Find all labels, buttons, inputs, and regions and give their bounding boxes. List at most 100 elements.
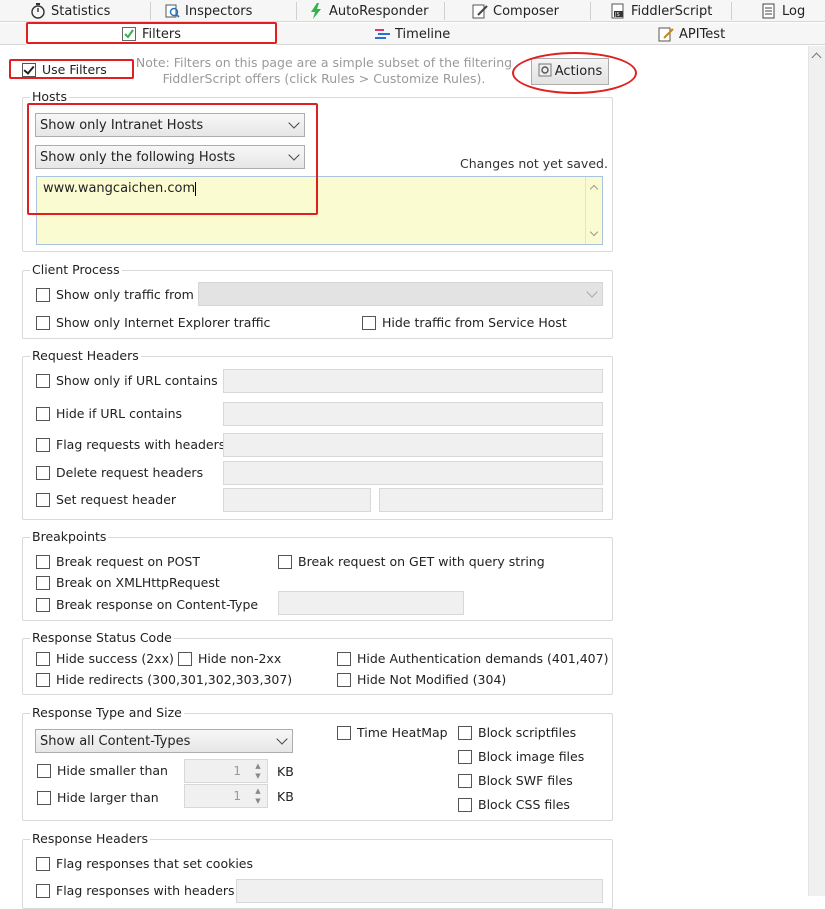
checkbox-icon	[458, 749, 472, 764]
tab-fiddlerscript[interactable]: JS FiddlerScript	[604, 0, 718, 22]
hide-not-modified-checkbox[interactable]: Hide Not Modified (304)	[337, 672, 506, 687]
flag-cookies-checkbox[interactable]: Flag responses that set cookies	[36, 856, 253, 871]
break-on-content-type-checkbox[interactable]: Break response on Content-Type	[36, 597, 258, 612]
stepper-up-icon[interactable]: ▲	[255, 762, 260, 770]
stepper-buttons[interactable]: ▲ ▼	[251, 787, 265, 805]
tab-inspectors[interactable]: Inspectors	[158, 0, 258, 22]
tab-composer[interactable]: Composer	[466, 0, 565, 22]
show-traffic-from-checkbox[interactable]: Show only traffic from	[36, 287, 194, 302]
content-types-select[interactable]: Show all Content-Types	[35, 729, 293, 753]
tab-label: Timeline	[395, 26, 451, 42]
scroll-down-icon[interactable]	[589, 227, 599, 237]
checkbox-icon	[37, 790, 51, 805]
smaller-than-stepper[interactable]: 1 ▲ ▼	[184, 759, 268, 783]
checkbox-label: Break request on POST	[56, 554, 200, 569]
annotation-hosts	[27, 103, 318, 215]
checkbox-icon	[337, 651, 351, 666]
tab-apitest[interactable]: APITest	[652, 23, 731, 45]
tab-label: Log	[782, 3, 806, 19]
checkbox-label: Flag requests with headers	[56, 437, 226, 452]
break-on-get-query-checkbox[interactable]: Break request on GET with query string	[278, 554, 545, 569]
tab-label: Composer	[493, 3, 560, 19]
checkbox-icon	[36, 437, 50, 452]
tab-autoresponder[interactable]: AutoResponder	[302, 0, 434, 22]
block-swf-files-checkbox[interactable]: Block SWF files	[458, 773, 573, 788]
tab-label: AutoResponder	[329, 3, 429, 19]
inspector-icon	[164, 3, 180, 19]
textarea-scrollbar[interactable]	[585, 177, 602, 244]
block-script-files-checkbox[interactable]: Block scriptfiles	[458, 725, 576, 740]
checkbox-label: Show only traffic from	[56, 287, 194, 302]
lightning-icon	[308, 3, 324, 19]
hide-success-checkbox[interactable]: Hide success (2xx)	[36, 651, 174, 666]
checkbox-label: Block image files	[478, 749, 585, 764]
hide-service-host-checkbox[interactable]: Hide traffic from Service Host	[362, 315, 567, 330]
checkbox-icon	[458, 773, 472, 788]
checkbox-label: Hide if URL contains	[56, 406, 183, 421]
hide-redirects-checkbox[interactable]: Hide redirects (300,301,302,303,307)	[36, 672, 292, 687]
break-on-xhr-checkbox[interactable]: Break on XMLHttpRequest	[36, 575, 220, 590]
break-content-type-input[interactable]	[278, 591, 464, 615]
stepper-buttons[interactable]: ▲ ▼	[251, 762, 265, 780]
checkbox-label: Block scriptfiles	[478, 725, 577, 740]
size-unit-label: KB	[277, 764, 294, 779]
stepper-down-icon[interactable]: ▼	[255, 797, 260, 805]
block-image-files-checkbox[interactable]: Block image files	[458, 749, 584, 764]
flag-request-headers-checkbox[interactable]: Flag requests with headers	[36, 437, 225, 452]
hide-auth-demands-checkbox[interactable]: Hide Authentication demands (401,407)	[337, 651, 608, 666]
hide-non-2xx-checkbox[interactable]: Hide non-2xx	[178, 651, 281, 666]
tab-statistics[interactable]: Statistics	[24, 0, 116, 22]
response-type-size-legend: Response Type and Size	[30, 705, 184, 720]
delete-request-headers-checkbox[interactable]: Delete request headers	[36, 465, 203, 480]
vertical-scrollbar[interactable]	[808, 46, 825, 896]
stepper-down-icon[interactable]: ▼	[255, 772, 260, 780]
process-select[interactable]	[198, 282, 603, 306]
checkbox-label: Block SWF files	[478, 773, 573, 788]
filters-note: Note: Filters on this page are a simple …	[134, 55, 514, 87]
annotation-use-filters	[9, 59, 134, 79]
stopwatch-icon	[30, 3, 46, 19]
set-request-header-checkbox[interactable]: Set request header	[36, 492, 176, 507]
show-ie-traffic-checkbox[interactable]: Show only Internet Explorer traffic	[36, 315, 270, 330]
show-if-url-contains-checkbox[interactable]: Show only if URL contains	[36, 373, 218, 388]
checkbox-icon	[36, 406, 50, 421]
hide-if-url-input[interactable]	[223, 402, 603, 426]
flag-request-headers-input[interactable]	[223, 433, 603, 457]
checkbox-icon	[36, 672, 50, 687]
set-header-name-input[interactable]	[223, 488, 371, 512]
checkbox-icon	[278, 554, 292, 569]
delete-request-headers-input[interactable]	[223, 461, 603, 485]
show-if-url-input[interactable]	[223, 369, 603, 393]
larger-than-stepper[interactable]: 1 ▲ ▼	[184, 784, 268, 808]
checkbox-label: Block CSS files	[478, 797, 570, 812]
break-on-post-checkbox[interactable]: Break request on POST	[36, 554, 200, 569]
checkbox-label: Break response on Content-Type	[56, 597, 259, 612]
time-heatmap-checkbox[interactable]: Time HeatMap	[337, 725, 448, 740]
checkbox-icon	[36, 373, 50, 388]
note-line: FiddlerScript offers (click Rules > Cust…	[162, 71, 486, 86]
checkbox-icon	[36, 287, 50, 302]
stepper-up-icon[interactable]: ▲	[255, 787, 260, 795]
checkbox-icon	[36, 465, 50, 480]
set-header-value-input[interactable]	[379, 488, 603, 512]
checkbox-label: Show only if URL contains	[56, 373, 218, 388]
tab-row-primary: Statistics Inspectors AutoResponder Comp…	[0, 0, 825, 22]
script-icon: JS	[610, 3, 626, 19]
scroll-up-icon[interactable]	[589, 184, 599, 194]
hide-smaller-than-checkbox[interactable]: Hide smaller than	[37, 763, 168, 778]
checkbox-icon	[36, 597, 50, 612]
block-css-files-checkbox[interactable]: Block CSS files	[458, 797, 570, 812]
tab-timeline[interactable]: Timeline	[368, 23, 456, 45]
breakpoints-legend: Breakpoints	[30, 529, 109, 544]
flag-response-headers-input[interactable]	[236, 879, 603, 903]
checkbox-icon	[458, 797, 472, 812]
checkbox-label: Hide Authentication demands (401,407)	[357, 651, 609, 666]
scroll-up-icon[interactable]	[811, 52, 822, 63]
chevron-down-icon	[276, 733, 288, 745]
hide-if-url-contains-checkbox[interactable]: Hide if URL contains	[36, 406, 182, 421]
hide-larger-than-checkbox[interactable]: Hide larger than	[37, 790, 159, 805]
checkbox-label: Hide non-2xx	[198, 651, 282, 666]
checkbox-label: Set request header	[56, 492, 177, 507]
checkbox-icon	[362, 315, 376, 330]
tab-log[interactable]: Log	[755, 0, 811, 22]
